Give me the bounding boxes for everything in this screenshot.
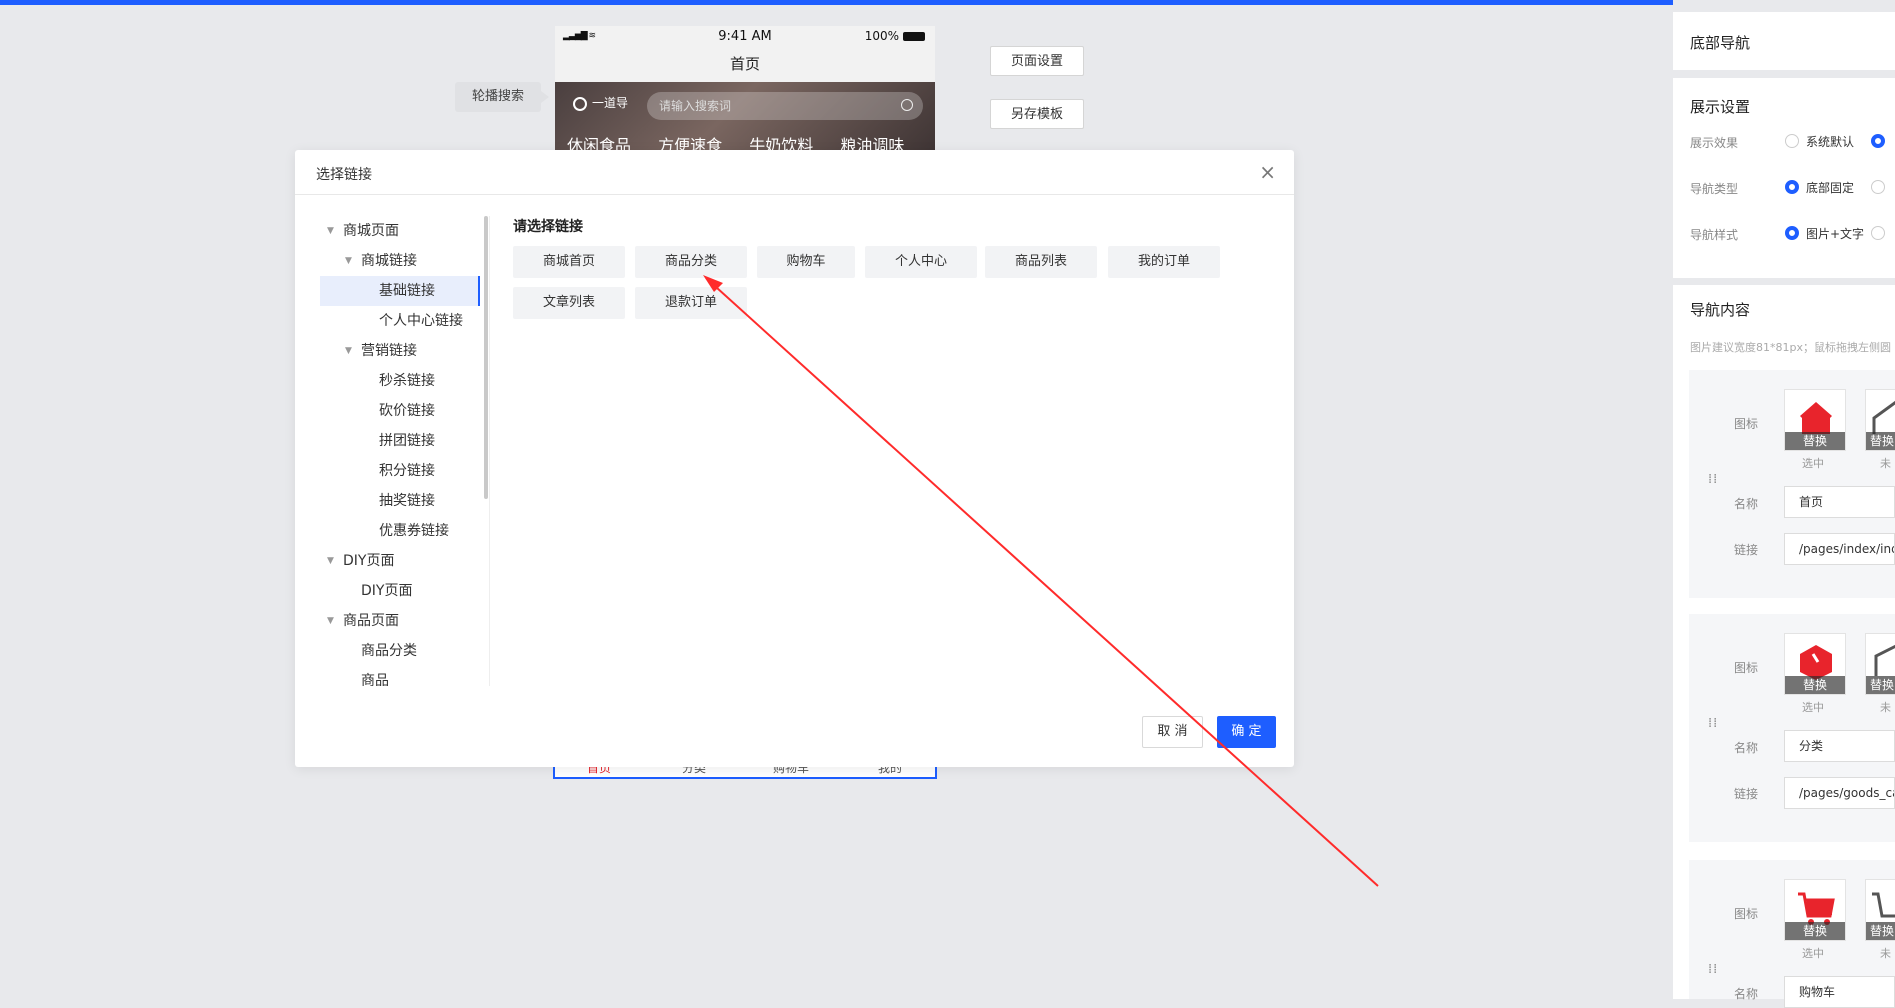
annotation-arrow: [703, 275, 1379, 887]
arrow-line: [705, 277, 1379, 887]
